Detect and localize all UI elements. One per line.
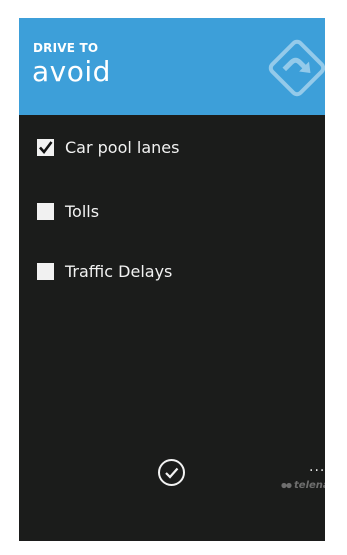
brand-name: telenav xyxy=(294,480,325,491)
page-title: avoid xyxy=(32,55,111,88)
more-button[interactable]: ... xyxy=(309,460,325,474)
checkbox-traffic-delays[interactable] xyxy=(37,262,54,280)
phone-screen: DRIVE TO avoid Car pool lanes Tolls Traf… xyxy=(19,18,325,541)
option-label: Traffic Delays xyxy=(65,261,173,281)
brand-icon xyxy=(281,482,292,489)
option-car-pool-lanes[interactable]: Car pool lanes xyxy=(37,136,179,158)
option-label: Tolls xyxy=(65,201,100,221)
checkbox-car-pool-lanes[interactable] xyxy=(37,138,54,156)
option-tolls[interactable]: Tolls xyxy=(37,200,99,222)
page-subtitle: DRIVE TO xyxy=(33,41,99,55)
checkbox-tolls[interactable] xyxy=(37,202,54,220)
turn-sign-icon xyxy=(268,39,325,97)
option-label: Car pool lanes xyxy=(65,137,180,157)
option-traffic-delays[interactable]: Traffic Delays xyxy=(37,260,172,282)
check-circle-icon[interactable] xyxy=(157,458,186,487)
checkmark-icon xyxy=(39,140,53,154)
page-header: DRIVE TO avoid xyxy=(19,18,325,115)
brand-logo: telenav xyxy=(281,480,325,491)
